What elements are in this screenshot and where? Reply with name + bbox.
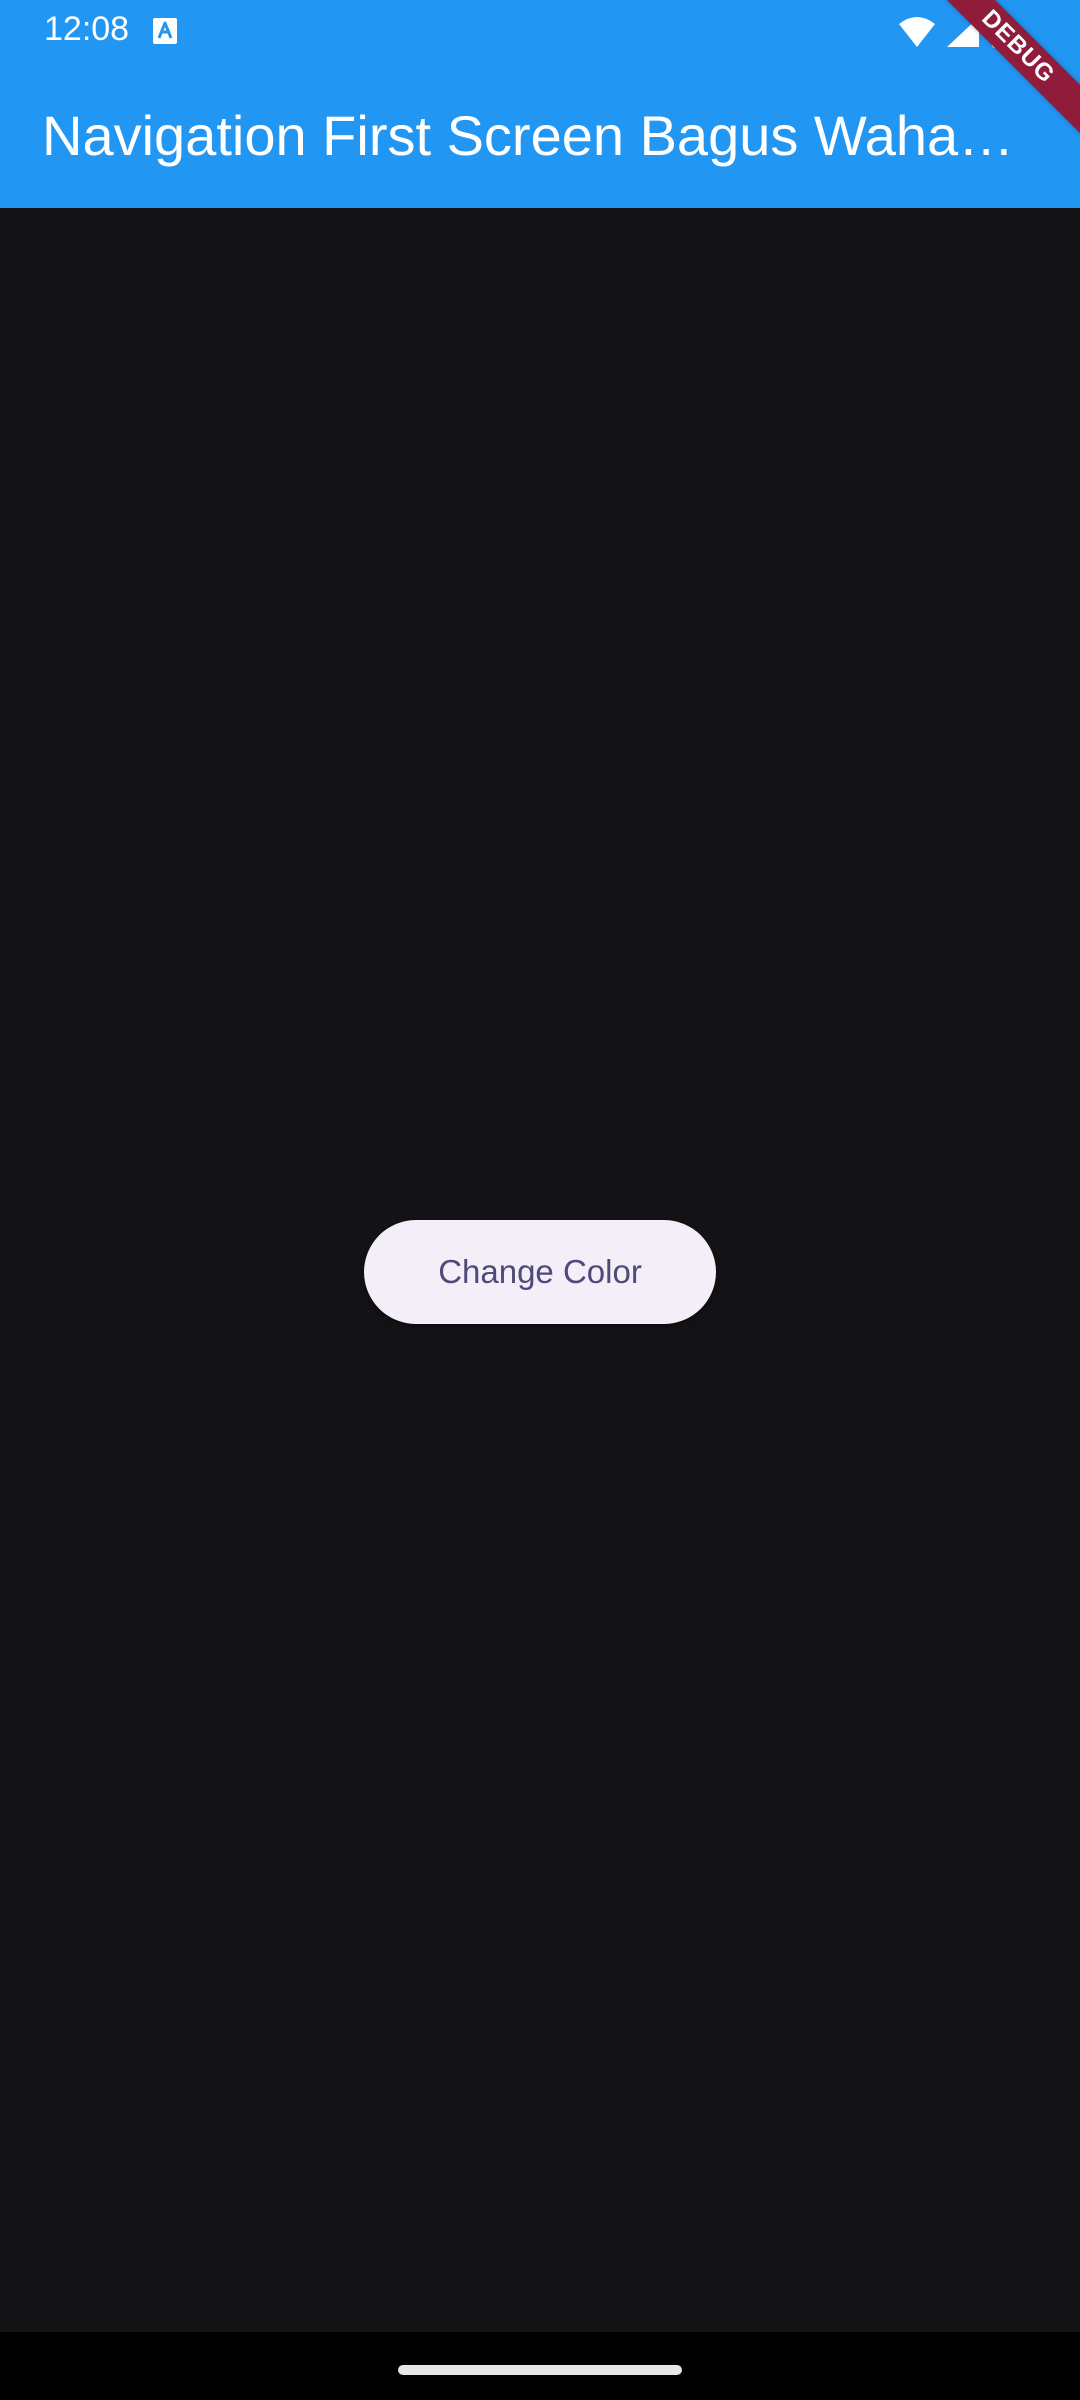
- app-bar: 12:08 Navigation First Screen Bagus Waha…: [0, 0, 1080, 208]
- status-time: 12:08: [44, 10, 130, 48]
- status-bar: 12:08: [0, 0, 1080, 64]
- wifi-icon: [899, 17, 935, 47]
- app-screen: 12:08 Navigation First Screen Bagus Waha…: [0, 0, 1080, 2400]
- change-color-button[interactable]: Change Color: [364, 1220, 716, 1324]
- page-title: Navigation First Screen Bagus Waha…: [42, 104, 1015, 167]
- a-notification-icon: [153, 18, 177, 44]
- home-handle[interactable]: [398, 2365, 682, 2375]
